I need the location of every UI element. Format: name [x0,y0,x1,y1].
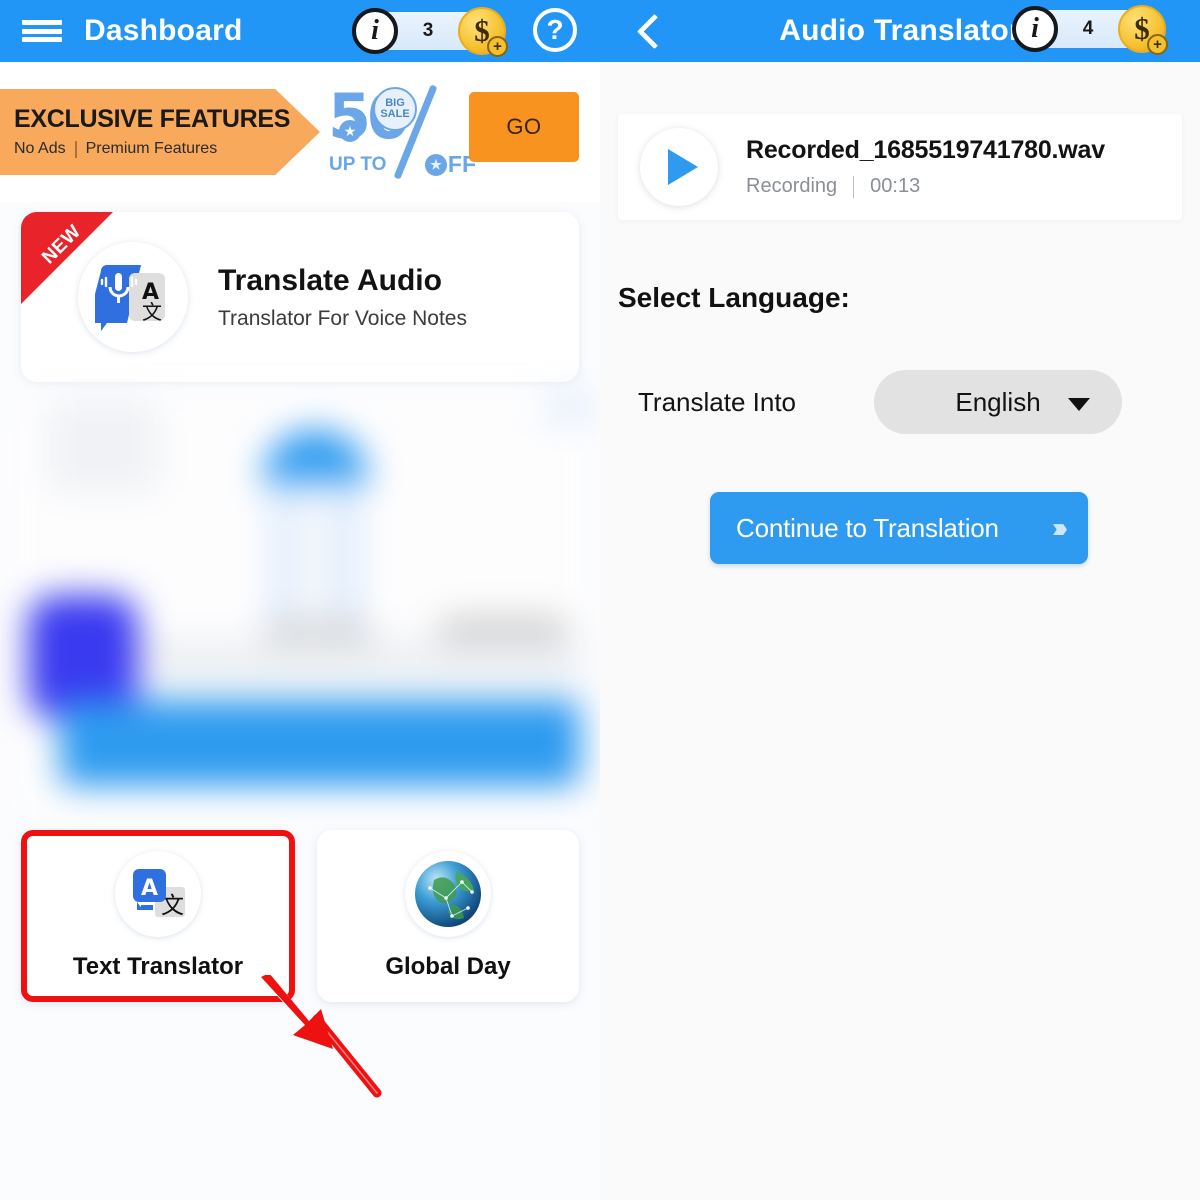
coin-icon[interactable]: $ + [1118,5,1168,55]
help-icon[interactable]: ? [533,8,577,52]
blurred-advertisement[interactable] [8,390,592,820]
feature-card-title: Translate Audio [218,263,442,297]
svg-text:A: A [141,876,158,901]
credits-widget-audio[interactable]: i 4 $ + [1012,4,1168,55]
shortcut-tiles: 文 A Text Translator Global Day [0,824,600,1002]
big-sale-badge: BIG SALE [373,87,417,131]
credits-widget-dashboard[interactable]: i 3 $ + [352,6,508,57]
promo-subtitle: No Ads Premium Features [14,140,320,158]
language-dropdown[interactable]: English [874,370,1123,434]
text-translator-icon: 文 A [115,851,201,937]
select-language-heading: Select Language: [618,282,850,313]
off-star-icon: ★ [424,153,447,176]
coin-icon[interactable]: $ + [458,7,508,57]
promo-sub-premium: Premium Features [85,140,218,158]
sale-upto-label: UP TO [329,154,387,175]
tile-global-day[interactable]: Global Day [317,830,579,1002]
info-icon[interactable]: i [352,8,398,54]
feature-card-wrap: NEW A 文 Translate Audio Translator For V… [0,202,600,382]
translate-audio-card[interactable]: NEW A 文 Translate Audio Translator For V… [21,212,579,382]
audio-status: Recording [746,175,838,197]
play-icon[interactable] [640,128,718,206]
promo-arrow-shape: EXCLUSIVE FEATURES No Ads Premium Featur… [0,89,320,175]
back-chevron-icon[interactable] [634,11,668,51]
audio-subinfo: Recording 00:13 [746,175,1105,198]
feature-card-text: Translate Audio Translator For Voice Not… [218,264,467,331]
sale-graphic: 50 ★ BIG SALE UP TO ★ FF [326,80,476,182]
right-panel-audio-translator: Audio Translator i 4 $ + Recorded_168551… [600,0,1200,1200]
new-ribbon: NEW [21,212,113,304]
dashboard-appbar: Dashboard i 3 $ + ? [0,0,600,62]
add-credits-badge[interactable]: + [1147,34,1168,55]
language-selected-value: English [955,386,1041,417]
info-icon[interactable]: i [1012,6,1058,52]
page-title: Dashboard [84,14,243,47]
feature-card-subtitle: Translator For Voice Notes [218,306,467,330]
audio-filename: Recorded_1685519741780.wav [746,136,1105,164]
chevron-down-icon [1068,398,1091,411]
new-ribbon-label: NEW [38,221,86,269]
promo-banner[interactable]: EXCLUSIVE FEATURES No Ads Premium Featur… [0,62,600,202]
tile-label: Global Day [385,953,511,980]
continue-to-translation-button[interactable]: Continue to Translation ››› [710,492,1088,564]
audio-duration: 00:13 [870,175,921,197]
app-screenshot: Dashboard i 3 $ + ? EXCLUSIVE FEATURES N… [0,0,1200,1200]
tile-text-translator[interactable]: 文 A Text Translator [21,830,295,1002]
promo-divider [74,140,77,158]
globe-icon [405,851,491,937]
badge-line-2: SALE [380,108,410,120]
add-credits-badge[interactable]: + [487,36,508,57]
audio-translator-appbar: Audio Translator i 4 $ + [600,0,1200,62]
promo-title: EXCLUSIVE FEATURES [14,104,291,133]
left-panel-dashboard: Dashboard i 3 $ + ? EXCLUSIVE FEATURES N… [0,0,600,1200]
audio-file-row[interactable]: Recorded_1685519741780.wav Recording 00:… [618,114,1182,220]
translate-into-label: Translate Into [638,386,797,417]
translate-into-row: Translate Into English [600,370,1200,434]
tile-label: Text Translator [72,953,244,980]
audio-metadata: Recorded_1685519741780.wav Recording 00:… [746,136,1105,198]
hamburger-menu-icon[interactable] [22,17,62,45]
triple-chevron-icon: ››› [1052,512,1068,543]
promo-sub-noads: No Ads [14,140,66,158]
sale-star-icon: ★ [339,120,361,142]
go-button[interactable]: GO [469,92,579,162]
svg-text:文: 文 [142,300,162,324]
continue-button-label: Continue to Translation [736,512,999,543]
audio-divider [853,175,855,198]
